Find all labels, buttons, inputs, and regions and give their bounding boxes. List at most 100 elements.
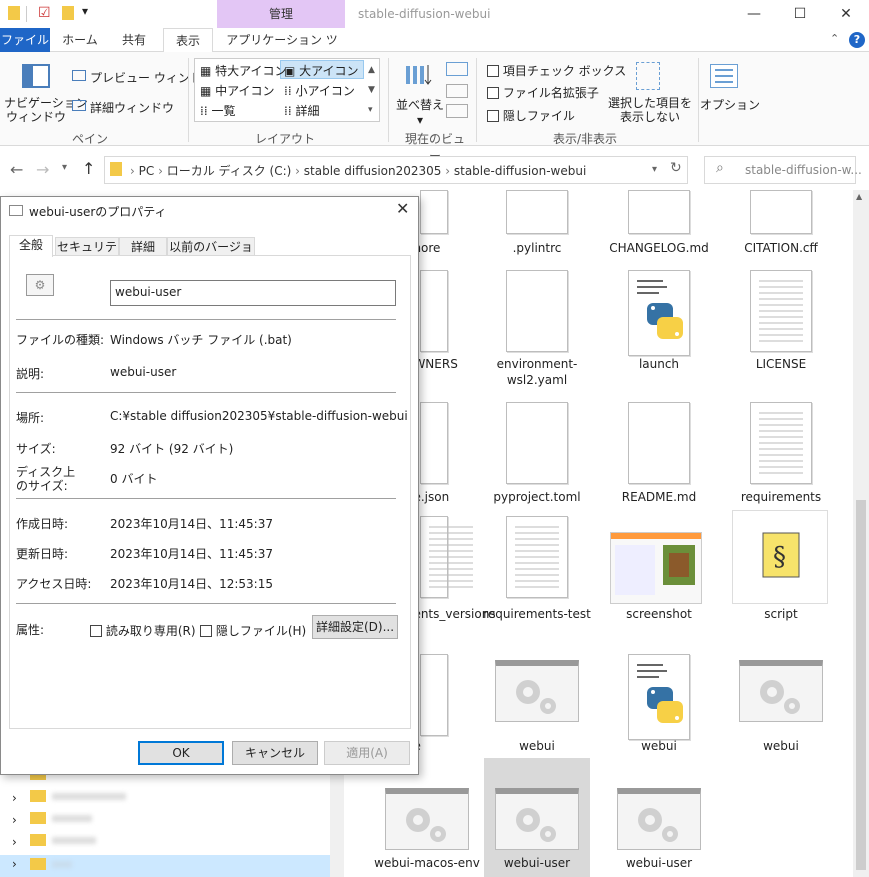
dialog-close-icon[interactable]: ✕ <box>396 199 409 218</box>
options-button[interactable]: オプション <box>700 96 760 113</box>
dialog-tab-previous[interactable]: 以前のバージョン <box>167 237 255 272</box>
file-name-label[interactable]: environment-wsl2.yaml <box>482 356 592 388</box>
hide-selected-icon[interactable] <box>636 62 660 90</box>
recent-dropdown-icon[interactable]: ▾ <box>62 162 67 173</box>
item-checkbox-toggle[interactable]: 項目チェック ボックス <box>487 62 626 79</box>
extensions-toggle[interactable]: ファイル名拡張子 <box>487 84 599 101</box>
tree-chevrons[interactable]: › › › › <box>12 787 17 875</box>
preview-pane-icon[interactable] <box>72 70 86 81</box>
layout-scroll-icon[interactable]: ▲ ▼ ▾ <box>368 60 375 120</box>
readonly-checkbox[interactable]: 読み取り専用(R) <box>90 622 196 639</box>
options-icon[interactable] <box>710 64 738 88</box>
file-name-label[interactable]: webui-user <box>482 855 592 871</box>
text-file-icon[interactable] <box>506 516 568 598</box>
layout-details[interactable]: ⁞⁞ 詳細 <box>284 102 319 119</box>
file-name-label[interactable]: webui-user <box>604 855 714 871</box>
new-folder-icon[interactable] <box>62 6 74 20</box>
filename-input[interactable]: webui-user <box>110 280 396 306</box>
layout-list[interactable]: ⁞⁞ 一覧 <box>200 102 235 119</box>
file-name-label[interactable]: webui-macos-env <box>372 855 482 871</box>
refresh-icon[interactable]: ↻ <box>670 160 682 176</box>
document-file-icon[interactable] <box>628 402 690 484</box>
file-name-label[interactable]: README.md <box>604 489 714 505</box>
document-file-icon[interactable] <box>506 402 568 484</box>
tab-home[interactable]: ホーム <box>58 28 102 52</box>
document-file-icon[interactable] <box>420 270 448 352</box>
layout-extra-large[interactable]: ▦ 特大アイコン <box>200 62 287 79</box>
text-file-icon[interactable] <box>750 402 812 484</box>
tree-item-blurred[interactable] <box>52 815 92 822</box>
group-by-icon[interactable] <box>446 62 468 76</box>
ribbon-collapse-icon[interactable]: ⌃ <box>830 32 839 45</box>
hidden-checkbox[interactable]: 隠しファイル(H) <box>200 622 306 639</box>
add-columns-icon[interactable] <box>446 84 468 98</box>
file-name-label[interactable]: CHANGELOG.md <box>604 240 714 256</box>
document-file-icon[interactable] <box>420 190 448 234</box>
file-name-label[interactable]: script <box>726 606 836 622</box>
file-name-label[interactable]: requirements-test <box>482 606 592 622</box>
address-dropdown-icon[interactable]: ▾ <box>652 164 657 175</box>
document-file-icon[interactable] <box>750 190 812 234</box>
hidden-files-toggle[interactable]: 隠しファイル <box>487 107 575 124</box>
tree-item-blurred[interactable] <box>52 793 126 800</box>
document-file-icon[interactable] <box>506 190 568 234</box>
file-name-label[interactable]: webui <box>604 738 714 754</box>
batch-file-gear-icon[interactable] <box>617 788 701 850</box>
tree-scrollbar[interactable] <box>330 775 344 877</box>
batch-file-gear-icon[interactable] <box>385 788 469 850</box>
batch-file-gear-icon[interactable] <box>739 660 823 722</box>
search-input[interactable]: stable-diffusion-w... <box>745 163 862 177</box>
maximize-button[interactable]: ☐ <box>777 0 823 28</box>
context-tab-manage[interactable]: 管理 <box>217 0 345 28</box>
document-file-icon[interactable] <box>420 402 448 484</box>
layout-large[interactable]: ▣ 大アイコン <box>284 62 359 79</box>
file-name-label[interactable]: screenshot <box>604 606 714 622</box>
size-columns-icon[interactable] <box>446 104 468 118</box>
checkbox-icon[interactable] <box>90 625 102 637</box>
back-icon[interactable]: ← <box>10 160 23 179</box>
dialog-tab-details[interactable]: 詳細 <box>119 237 167 257</box>
tree-item-blurred[interactable] <box>52 837 96 844</box>
file-name-label[interactable]: LICENSE <box>726 356 836 372</box>
help-icon[interactable]: ? <box>849 32 865 48</box>
layout-medium[interactable]: ▦ 中アイコン <box>200 82 275 99</box>
tab-view[interactable]: 表示 <box>163 28 213 53</box>
details-pane-button[interactable]: 詳細ウィンドウ <box>90 99 174 116</box>
document-file-icon[interactable] <box>420 654 448 736</box>
file-name-label[interactable]: webui <box>726 738 836 754</box>
layout-small[interactable]: ⁞⁞ 小アイコン <box>284 82 355 99</box>
breadcrumb-sd202305[interactable]: stable diffusion202305 <box>304 164 442 178</box>
qat-dropdown-icon[interactable]: ▾ <box>82 4 88 18</box>
nav-pane-button[interactable]: ナビゲーション ウィンドウ <box>4 96 88 124</box>
python-file-icon[interactable] <box>628 270 690 356</box>
ok-button[interactable]: OK <box>138 741 224 765</box>
python-file-icon[interactable] <box>628 654 690 740</box>
file-name-label[interactable]: .pylintrc <box>482 240 592 256</box>
tree-item-blurred[interactable] <box>52 861 72 868</box>
hide-selected-button[interactable]: 選択した項目を 表示しない <box>606 96 694 124</box>
cancel-button[interactable]: キャンセル <box>232 741 318 765</box>
checkbox-icon[interactable] <box>487 65 499 77</box>
batch-file-gear-icon[interactable] <box>495 660 579 722</box>
checkbox-icon[interactable] <box>200 625 212 637</box>
scroll-thumb[interactable] <box>856 500 866 870</box>
checkbox-icon[interactable] <box>487 87 499 99</box>
apply-button[interactable]: 適用(A) <box>324 741 410 765</box>
batch-file-gear-icon[interactable] <box>495 788 579 850</box>
screenshot-thumbnail-icon[interactable] <box>610 532 702 604</box>
tab-share[interactable]: 共有 <box>112 28 156 52</box>
close-button[interactable]: ✕ <box>823 0 869 28</box>
script-file-icon[interactable]: § <box>732 510 828 604</box>
breadcrumb-webui[interactable]: stable-diffusion-webui <box>454 164 586 178</box>
sort-button[interactable]: 並べ替え ▾ <box>396 96 444 127</box>
file-name-label[interactable]: CITATION.cff <box>726 240 836 256</box>
advanced-button[interactable]: 詳細設定(D)... <box>312 615 398 639</box>
scroll-up-icon[interactable]: ▲ <box>856 192 862 201</box>
file-name-label[interactable]: launch <box>604 356 714 372</box>
sort-icon[interactable] <box>404 62 432 88</box>
file-name-label[interactable]: webui <box>482 738 592 754</box>
details-pane-icon[interactable] <box>72 100 86 111</box>
properties-icon[interactable]: ☑ <box>38 5 51 21</box>
document-file-icon[interactable] <box>506 270 568 352</box>
file-name-label[interactable]: requirements <box>726 489 836 505</box>
